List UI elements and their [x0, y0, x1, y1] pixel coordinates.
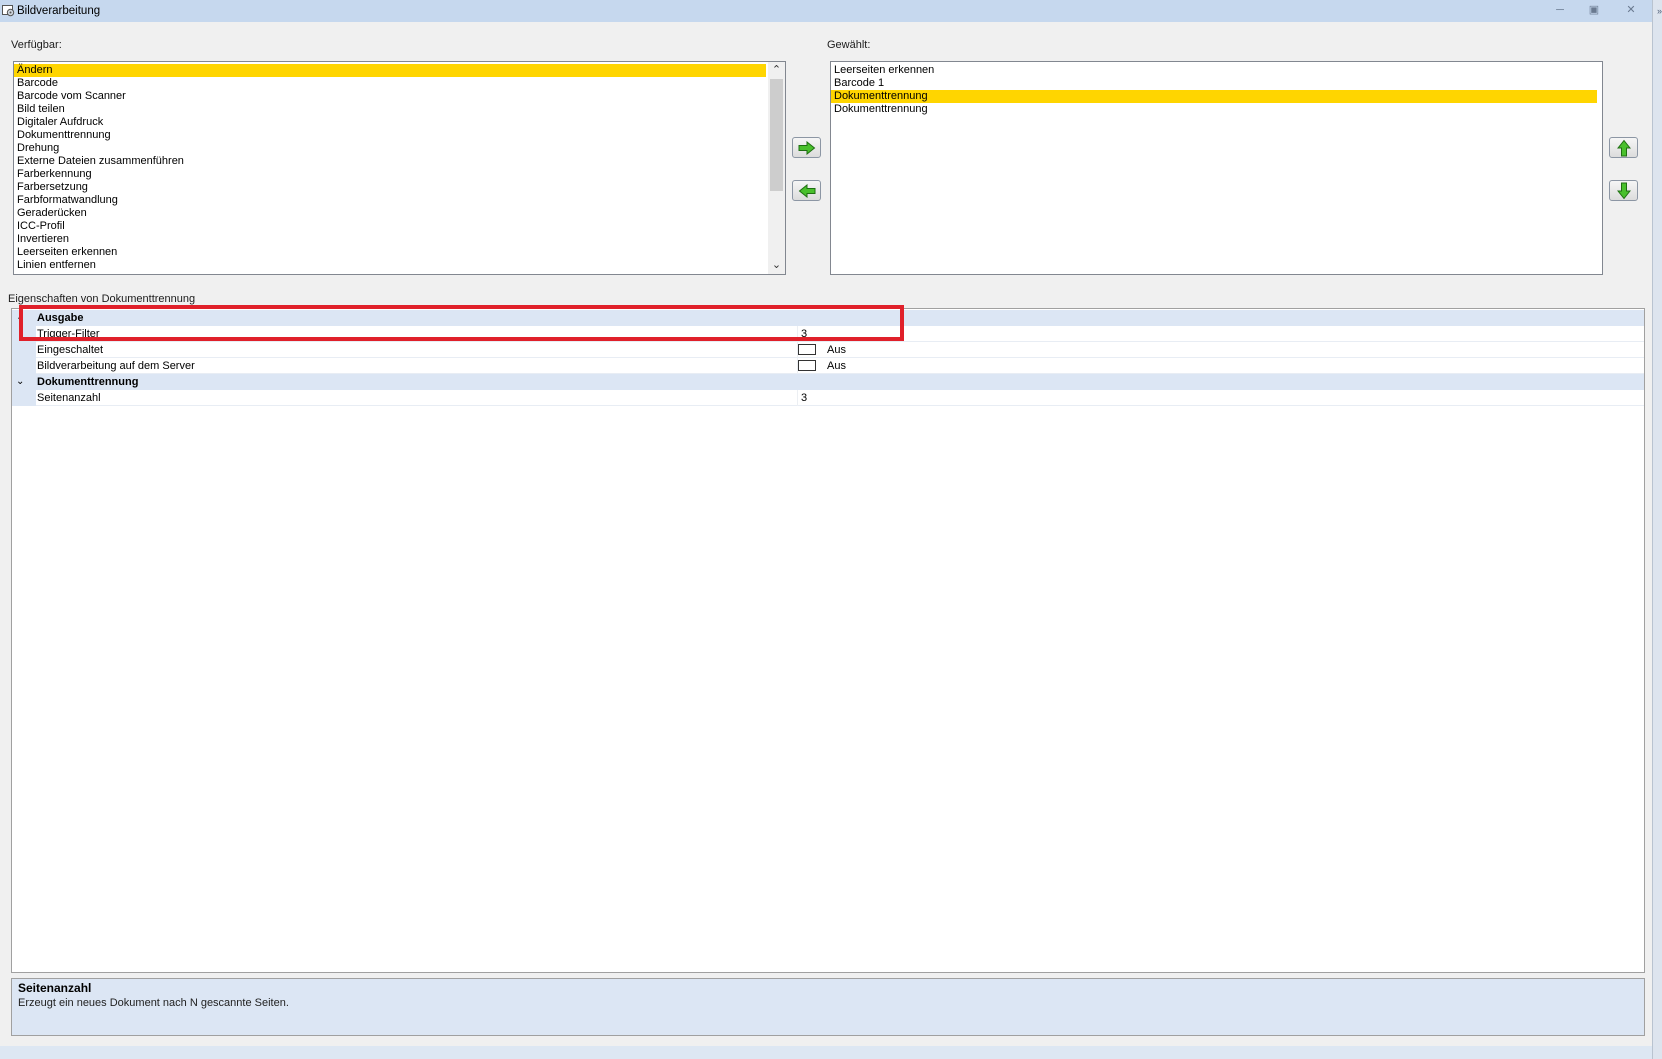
server-processing-checkbox[interactable] — [798, 360, 816, 371]
available-list-item[interactable]: Digitaler Aufdruck — [14, 116, 766, 129]
property-name: Eingeschaltet — [37, 344, 104, 356]
available-list-item[interactable]: Ändern — [14, 64, 766, 77]
eingeschaltet-value: Aus — [827, 344, 846, 356]
available-list-item[interactable]: Leerseiten erkennen — [14, 246, 766, 259]
scroll-down-icon[interactable]: ⌄ — [768, 257, 785, 274]
title-bar: Bildverarbeitung ─ ▣ ✕ — [0, 0, 1662, 22]
row-gutter — [12, 326, 36, 342]
add-button[interactable] — [792, 137, 821, 158]
property-name: Seitenanzahl — [37, 392, 101, 404]
scroll-thumb[interactable] — [770, 79, 783, 191]
available-list-item[interactable]: Bild teilen — [14, 103, 766, 116]
property-name: Trigger-Filter — [37, 328, 100, 340]
row-gutter — [12, 358, 36, 374]
property-row-trigger-filter[interactable]: Trigger-Filter 3 — [12, 326, 1644, 342]
available-list-item[interactable]: Farbformatwandlung — [14, 194, 766, 207]
right-edge-panel: » — [1652, 0, 1662, 1059]
selected-label: Gewählt: — [827, 39, 871, 51]
row-gutter — [12, 390, 36, 406]
category-row-ausgabe[interactable]: ⌄ Ausgabe — [12, 310, 1644, 326]
category-row-dokumenttrennung[interactable]: ⌄ Dokumenttrennung — [12, 374, 1644, 390]
available-list-item[interactable]: Farberkennung — [14, 168, 766, 181]
minimize-icon[interactable]: ─ — [1553, 4, 1567, 16]
seitenanzahl-value[interactable]: 3 — [801, 390, 807, 406]
column-divider — [797, 390, 798, 406]
available-list-item[interactable]: Barcode vom Scanner — [14, 90, 766, 103]
available-list-item[interactable]: Farbersetzung — [14, 181, 766, 194]
maximize-icon[interactable]: ▣ — [1587, 4, 1601, 16]
chevron-right-icon[interactable]: » — [1657, 6, 1662, 16]
selected-list-item[interactable]: Leerseiten erkennen — [831, 64, 1597, 77]
property-row-seitenanzahl[interactable]: Seitenanzahl 3 — [12, 390, 1644, 406]
property-row-server-processing[interactable]: Bildverarbeitung auf dem Server Aus — [12, 358, 1644, 374]
selected-list-item[interactable]: Barcode 1 — [831, 77, 1597, 90]
available-list-item[interactable]: Invertieren — [14, 233, 766, 246]
available-list-item[interactable]: Externe Dateien zusammenführen — [14, 155, 766, 168]
available-list-item[interactable]: Dokumenttrennung — [14, 129, 766, 142]
available-listbox[interactable]: Ändern Barcode Barcode vom Scanner Bild tei… — [13, 61, 786, 275]
scroll-up-icon[interactable]: ⌃ — [768, 62, 785, 79]
available-label: Verfügbar: — [11, 39, 62, 51]
available-list-item[interactable]: Drehung — [14, 142, 766, 155]
close-icon[interactable]: ✕ — [1624, 4, 1638, 16]
available-list-item[interactable]: Linien entfernen — [14, 259, 766, 272]
arrow-up-icon — [1616, 139, 1631, 156]
arrow-down-icon — [1616, 182, 1631, 199]
description-panel: Seitenanzahl Erzeugt ein neues Dokument … — [11, 978, 1645, 1036]
property-name: Bildverarbeitung auf dem Server — [37, 360, 195, 372]
available-list-item[interactable]: Geraderücken — [14, 207, 766, 220]
arrow-left-icon — [798, 183, 815, 198]
arrow-right-icon — [798, 140, 815, 155]
status-bar — [0, 1046, 1652, 1059]
chevron-down-icon[interactable]: ⌄ — [16, 374, 24, 390]
remove-button[interactable] — [792, 180, 821, 201]
row-gutter — [12, 342, 36, 358]
available-scrollbar[interactable]: ⌃ ⌄ — [768, 62, 785, 274]
description-title: Seitenanzahl — [18, 981, 92, 995]
category-name: Dokumenttrennung — [37, 376, 139, 388]
move-up-button[interactable] — [1609, 137, 1638, 158]
window-title: Bildverarbeitung — [17, 5, 101, 17]
column-divider — [797, 326, 798, 342]
properties-label: Eigenschaften von Dokumenttrennung — [8, 293, 196, 305]
description-text: Erzeugt ein neues Dokument nach N gescan… — [18, 997, 289, 1009]
category-name: Ausgabe — [37, 312, 84, 324]
selected-list-item[interactable]: Dokumenttrennung — [831, 103, 1597, 116]
eingeschaltet-checkbox[interactable] — [798, 344, 816, 355]
selected-listbox[interactable]: Leerseiten erkennen Barcode 1 Dokumenttren… — [830, 61, 1603, 275]
selected-list-item[interactable]: Dokumenttrennung — [831, 90, 1597, 103]
property-grid[interactable]: ⌄ Ausgabe Trigger-Filter 3 Eingeschaltet… — [11, 308, 1645, 973]
property-row-eingeschaltet[interactable]: Eingeschaltet Aus — [12, 342, 1644, 358]
move-down-button[interactable] — [1609, 180, 1638, 201]
gear-image-icon — [2, 5, 15, 17]
available-list-item[interactable]: ICC-Profil — [14, 220, 766, 233]
trigger-filter-value[interactable]: 3 — [801, 326, 807, 342]
chevron-down-icon[interactable]: ⌄ — [16, 310, 24, 326]
available-list-item[interactable]: Barcode — [14, 77, 766, 90]
server-processing-value: Aus — [827, 360, 846, 372]
